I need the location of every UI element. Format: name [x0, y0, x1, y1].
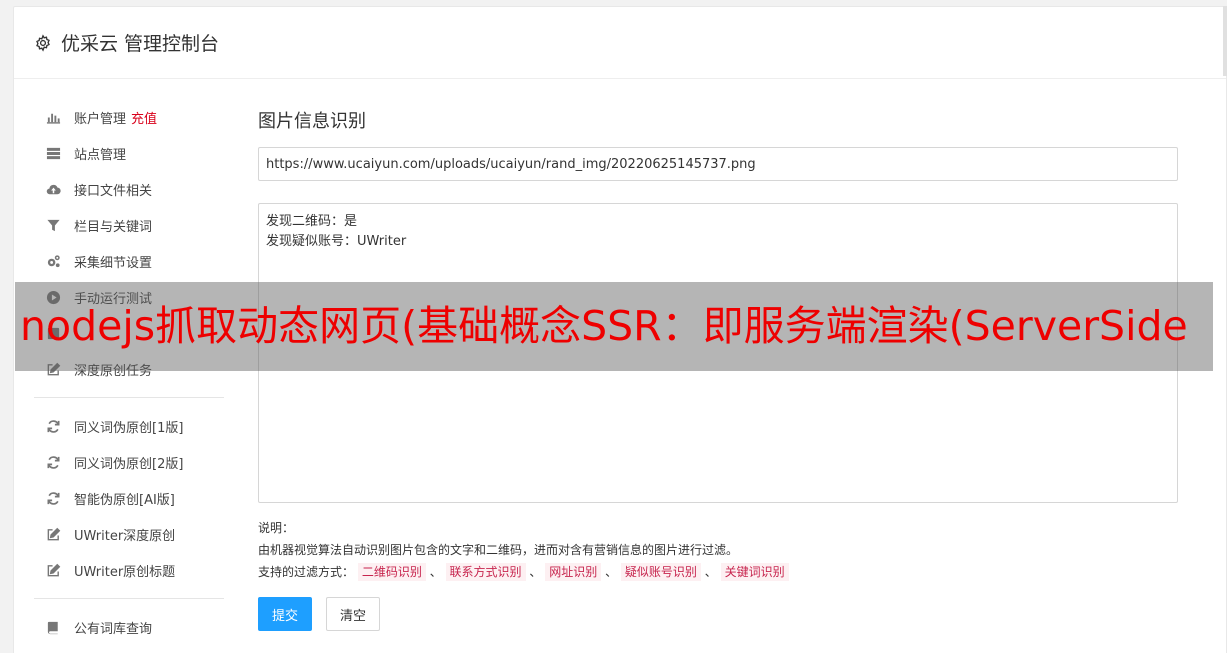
overlay-banner: nodejs抓取动态网页(基础概念SSR：即服务端渲染(ServerSide: [15, 282, 1213, 371]
sidebar-item-collect-settings[interactable]: 采集细节设置: [34, 243, 224, 279]
sidebar-item-interface[interactable]: 接口文件相关: [34, 171, 224, 207]
refresh-icon: [45, 418, 62, 435]
gears-icon: [45, 253, 62, 270]
sidebar-item-label: UWriter深度原创: [74, 528, 176, 544]
filter-methods-label: 支持的过滤方式：: [258, 565, 355, 579]
section-title: 图片信息识别: [258, 111, 366, 132]
sidebar-item-sites[interactable]: 站点管理: [34, 135, 224, 171]
sidebar-divider: [34, 598, 224, 599]
refresh-icon: [45, 454, 62, 471]
image-url-input[interactable]: [258, 147, 1178, 181]
submit-button[interactable]: 提交: [258, 597, 313, 631]
page-title: 优采云 管理控制台: [61, 33, 220, 55]
sidebar-item-label: 智能伪原创[AI版]: [74, 492, 175, 508]
refresh-icon: [45, 490, 62, 507]
sidebar: 账户管理 充值 站点管理 接口文件相关 栏目与关键词 采集细节设置 手动运行测试…: [34, 99, 224, 645]
description: 说明： 由机器视觉算法自动识别图片包含的文字和二维码，进而对含有营销信息的图片进…: [258, 517, 1178, 583]
edit-icon: [45, 562, 62, 579]
overlay-banner-text: nodejs抓取动态网页(基础概念SSR：即服务端渲染(ServerSide: [20, 302, 1188, 350]
action-buttons: 提交 清空: [258, 597, 1178, 631]
sidebar-item-uwriter-title[interactable]: UWriter原创标题: [34, 552, 224, 588]
sidebar-item-ai-rewrite[interactable]: 智能伪原创[AI版]: [34, 480, 224, 516]
filter-separator: 、: [529, 565, 542, 579]
sidebar-item-label: 公有词库查询: [74, 621, 153, 637]
filter-separator: 、: [429, 565, 442, 579]
sidebar-item-columns-keywords[interactable]: 栏目与关键词: [34, 207, 224, 243]
page-header: 优采云 管理控制台: [14, 7, 1226, 79]
description-title: 说明：: [258, 521, 295, 535]
sidebar-item-account[interactable]: 账户管理 充值: [34, 99, 224, 135]
filter-separator: 、: [704, 565, 717, 579]
filter-tag-contact: 联系方式识别: [445, 563, 526, 581]
filter-methods: 支持的过滤方式： 二维码识别 、 联系方式识别 、 网址识别 、 疑似账号识别 …: [258, 561, 1178, 583]
sidebar-divider: [34, 397, 224, 398]
sidebar-item-label: 采集细节设置: [74, 255, 153, 271]
clear-button[interactable]: 清空: [326, 597, 381, 631]
bar-chart-icon: [45, 109, 62, 126]
sidebar-item-label: 同义词伪原创[2版]: [74, 456, 184, 472]
sidebar-item-uwriter-deep[interactable]: UWriter深度原创: [34, 516, 224, 552]
sidebar-item-synonym-v2[interactable]: 同义词伪原创[2版]: [34, 444, 224, 480]
gear-icon: [36, 33, 50, 52]
filter-tag-keyword: 关键词识别: [720, 563, 789, 581]
sidebar-item-label: 栏目与关键词: [74, 219, 153, 235]
sidebar-item-public-dictionary[interactable]: 公有词库查询: [34, 609, 224, 645]
filter-icon: [45, 217, 62, 234]
description-text: 由机器视觉算法自动识别图片包含的文字和二维码，进而对含有营销信息的图片进行过滤。: [258, 543, 739, 557]
result-line: 发现二维码：是: [266, 214, 358, 229]
sidebar-item-label: 账户管理: [74, 111, 127, 127]
server-icon: [45, 145, 62, 162]
filter-tag-account: 疑似账号识别: [620, 563, 701, 581]
cloud-upload-icon: [45, 181, 62, 198]
sidebar-item-label: 接口文件相关: [74, 183, 153, 199]
sidebar-item-synonym-v1[interactable]: 同义词伪原创[1版]: [34, 408, 224, 444]
filter-tag-qrcode: 二维码识别: [357, 563, 426, 581]
filter-separator: 、: [605, 565, 618, 579]
sidebar-item-label: UWriter原创标题: [74, 564, 176, 580]
recharge-link[interactable]: 充值: [131, 108, 157, 127]
scrollbar[interactable]: [1223, 6, 1227, 76]
sidebar-item-label: 站点管理: [74, 147, 127, 163]
edit-icon: [45, 526, 62, 543]
sidebar-item-label: 同义词伪原创[1版]: [74, 420, 184, 436]
book-icon: [45, 619, 62, 636]
result-line: 发现疑似账号：UWriter: [266, 234, 407, 249]
filter-tag-url: 网址识别: [545, 563, 602, 581]
